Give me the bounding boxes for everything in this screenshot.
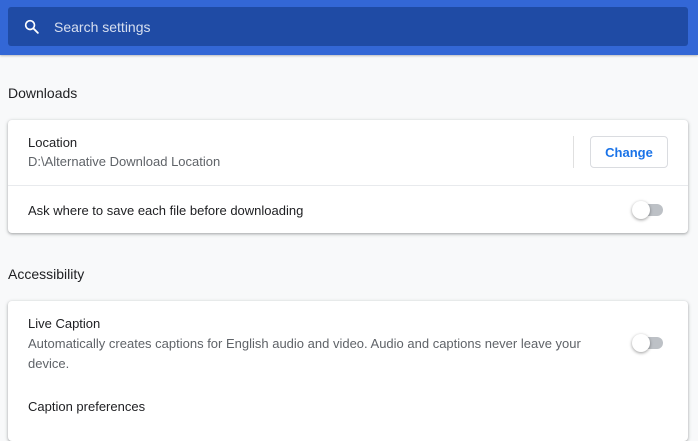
live-caption-description: Automatically creates captions for Engli… — [28, 336, 581, 371]
settings-toolbar — [0, 0, 698, 55]
live-caption-toggle[interactable] — [632, 334, 666, 352]
toggle-knob — [632, 334, 650, 352]
live-caption-row[interactable]: Live Caption Automatically creates capti… — [8, 301, 688, 389]
search-input[interactable] — [54, 18, 688, 35]
accessibility-section-title: Accessibility — [8, 266, 85, 282]
location-label: Location — [28, 135, 78, 150]
search-box[interactable] — [8, 7, 688, 46]
live-caption-label: Live Caption — [28, 316, 101, 331]
ask-where-label: Ask where to save each file before downl… — [28, 203, 304, 218]
accessibility-card: Live Caption Automatically creates capti… — [8, 301, 688, 441]
row-separator — [573, 136, 574, 168]
caption-preferences-row[interactable]: Caption preferences — [8, 389, 688, 441]
ask-where-row[interactable]: Ask where to save each file before downl… — [8, 185, 688, 233]
downloads-card: Location D:\Alternative Download Locatio… — [8, 120, 688, 233]
toggle-knob — [632, 201, 650, 219]
download-location-path: D:\Alternative Download Location — [28, 154, 221, 169]
downloads-section-title: Downloads — [8, 85, 78, 101]
search-icon — [22, 18, 40, 36]
location-row: Location D:\Alternative Download Locatio… — [8, 120, 688, 185]
change-location-button[interactable]: Change — [590, 136, 668, 168]
caption-preferences-label: Caption preferences — [28, 399, 146, 414]
ask-where-toggle[interactable] — [632, 201, 666, 219]
